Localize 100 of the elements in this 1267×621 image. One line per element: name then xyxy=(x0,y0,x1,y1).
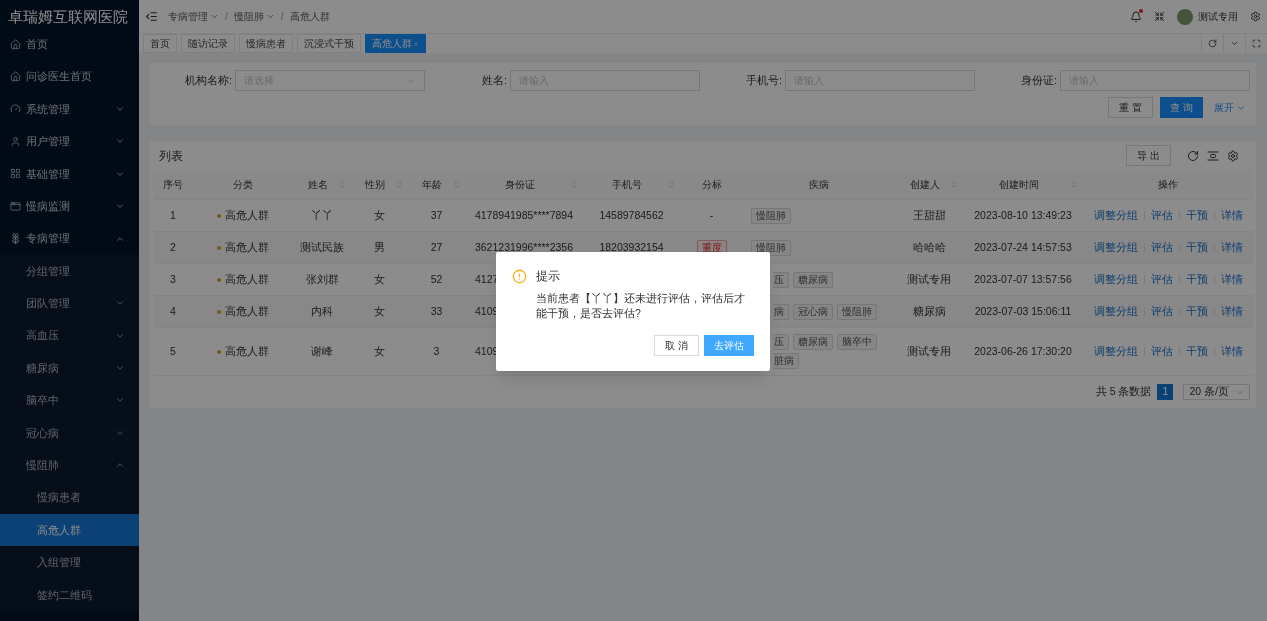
action-link[interactable]: 干预 xyxy=(1185,239,1208,256)
close-icon[interactable] xyxy=(413,40,419,47)
page-tab[interactable]: 慢病患者 xyxy=(239,34,293,53)
action-link[interactable]: 评估 xyxy=(1150,271,1173,288)
sort-icon[interactable] xyxy=(950,180,959,189)
search-button[interactable]: 查 询 xyxy=(1160,97,1203,118)
sidebar-item[interactable]: 问诊医生首页 xyxy=(0,60,139,93)
sidebar-item[interactable]: 系统管理 xyxy=(0,92,139,126)
chevron-down-icon xyxy=(1230,39,1239,48)
settings-icon[interactable] xyxy=(1250,11,1261,22)
table-cell-text: 高危人群 xyxy=(225,207,269,223)
sidebar-item[interactable]: 团队管理 xyxy=(0,287,139,320)
disease-tag: 慢阻肺 xyxy=(837,303,877,320)
action-link[interactable]: 评估 xyxy=(1150,303,1173,320)
action-link[interactable]: 调整分组 xyxy=(1093,239,1138,256)
page-size-select[interactable]: 20 条/页 xyxy=(1183,384,1250,400)
action-link[interactable]: 调整分组 xyxy=(1093,343,1138,360)
action-link[interactable]: 调整分组 xyxy=(1093,207,1138,224)
page-number[interactable]: 1 xyxy=(1157,384,1174,400)
settings-icon[interactable] xyxy=(1227,149,1239,162)
notification-button[interactable] xyxy=(1130,10,1142,23)
sort-icon[interactable] xyxy=(452,180,461,189)
breadcrumb-link[interactable]: 专病管理 xyxy=(168,9,219,24)
sidebar-item[interactable]: 入组管理 xyxy=(0,546,139,579)
sidebar-item[interactable]: 冠心病 xyxy=(0,416,139,450)
sort-icon[interactable] xyxy=(338,180,347,189)
cancel-button[interactable]: 取 消 xyxy=(654,335,699,356)
page-tab[interactable]: 沉浸式干预 xyxy=(297,34,361,53)
dialog-title: 提示 xyxy=(536,268,560,285)
confirm-button[interactable]: 去评估 xyxy=(704,335,754,356)
table-cell-text: 3621231996****2356 xyxy=(473,239,575,255)
sort-icon[interactable] xyxy=(1070,180,1079,189)
action-link[interactable]: 评估 xyxy=(1150,343,1173,360)
sidebar-item[interactable]: 慢病患者 xyxy=(0,481,139,514)
sidebar-item[interactable]: 高血压 xyxy=(0,319,139,352)
field-label: 姓名: xyxy=(480,73,508,89)
sidebar-item[interactable]: 慢病监测 xyxy=(0,189,139,223)
sidebar-item[interactable]: 基础管理 xyxy=(0,157,139,190)
sidebar-item[interactable]: 专病管理 xyxy=(0,222,139,255)
disease-tag: 慢阻肺 xyxy=(751,207,791,224)
sidebar-item[interactable]: 高危人群 xyxy=(0,513,139,547)
sidebar-item[interactable]: 首页 xyxy=(0,28,139,61)
sidebar-item[interactable]: 糖尿病 xyxy=(0,351,139,385)
reset-button[interactable]: 重 置 xyxy=(1108,97,1154,118)
avatar-icon[interactable] xyxy=(1177,8,1193,25)
sort-icon[interactable] xyxy=(667,180,676,189)
table-cell-text: 女 xyxy=(373,303,386,319)
table-cell-text: 2023-07-24 14:57:53 xyxy=(973,239,1073,255)
sidebar-item[interactable]: 脑卒中 xyxy=(0,384,139,417)
column-header[interactable]: 身份证 xyxy=(469,177,570,192)
row-height-icon[interactable] xyxy=(1207,149,1219,162)
sidebar-item[interactable]: 分组管理 xyxy=(0,254,139,288)
user-icon xyxy=(10,135,21,147)
disease-tag: 压 xyxy=(773,334,789,350)
expand-link[interactable]: 展开 xyxy=(1210,100,1250,115)
action-link[interactable]: 评估 xyxy=(1150,207,1173,224)
action-link[interactable]: 干预 xyxy=(1185,271,1208,288)
column-header[interactable]: 姓名 xyxy=(297,177,338,192)
page-tab[interactable]: 首页 xyxy=(143,34,177,53)
breadcrumb-link[interactable]: 高危人群 xyxy=(289,9,330,24)
field-label: 身份证: xyxy=(1019,73,1058,89)
sidebar-item[interactable]: 签约二维码 xyxy=(0,578,139,612)
menu-icon[interactable] xyxy=(145,10,158,23)
action-link[interactable]: 详情 xyxy=(1220,239,1243,256)
sort-icon[interactable] xyxy=(395,180,404,189)
column-header[interactable]: 年龄 xyxy=(412,177,452,192)
column-header[interactable]: 创建时间 xyxy=(967,177,1070,192)
column-header[interactable]: 手机号 xyxy=(587,177,667,192)
action-link[interactable]: 详情 xyxy=(1220,343,1243,360)
sidebar-item[interactable]: 慢阻肺 xyxy=(0,449,139,482)
sidebar-item[interactable]: 用户管理 xyxy=(0,125,139,158)
action-link[interactable]: 详情 xyxy=(1220,303,1243,320)
column-header: 序号 xyxy=(162,178,184,192)
column-header: 分类 xyxy=(232,178,254,192)
action-link[interactable]: 干预 xyxy=(1185,303,1208,320)
table-cell-text: 女 xyxy=(373,207,386,223)
action-link[interactable]: 调整分组 xyxy=(1093,303,1138,320)
page-tab[interactable]: 高危人群 xyxy=(365,34,426,53)
column-header[interactable]: 性别 xyxy=(355,177,395,192)
gauge-icon xyxy=(10,103,21,115)
refresh-icon[interactable] xyxy=(1187,149,1199,162)
action-link[interactable]: 详情 xyxy=(1220,271,1243,288)
shrink-icon[interactable] xyxy=(1154,11,1165,22)
table-cell-text: 37 xyxy=(429,207,444,223)
table-cell-text: 哈哈哈 xyxy=(911,239,947,255)
table-cell-text: 4 xyxy=(169,303,177,319)
action-link[interactable]: 干预 xyxy=(1185,343,1208,360)
table-cell-text: 2023-07-03 15:06:11 xyxy=(973,303,1073,319)
page-tab[interactable]: 随访记录 xyxy=(181,34,235,53)
column-header[interactable]: 创建人 xyxy=(899,177,950,192)
action-link[interactable]: 调整分组 xyxy=(1093,271,1138,288)
action-link[interactable]: 详情 xyxy=(1220,207,1243,224)
user-name[interactable]: 测试专用 xyxy=(1198,9,1238,24)
action-link[interactable]: 评估 xyxy=(1150,239,1173,256)
export-button[interactable]: 导 出 xyxy=(1126,145,1171,166)
action-link[interactable]: 干预 xyxy=(1185,207,1208,224)
table-cell-text: 内科 xyxy=(310,303,334,319)
sort-icon[interactable] xyxy=(570,180,579,189)
app-title: 卓瑞姆互联网医院 xyxy=(7,6,129,27)
breadcrumb-link[interactable]: 慢阻肺 xyxy=(233,9,275,24)
